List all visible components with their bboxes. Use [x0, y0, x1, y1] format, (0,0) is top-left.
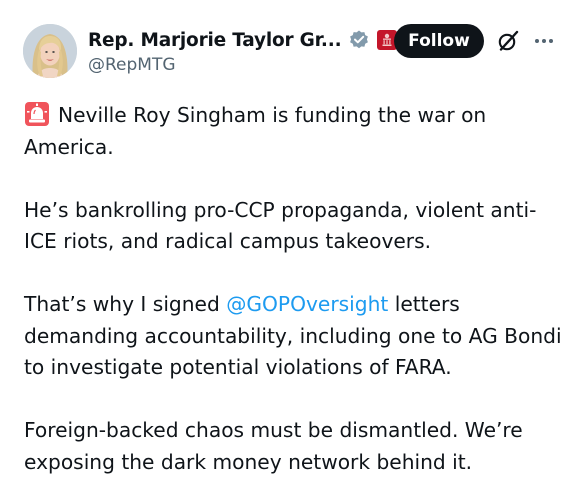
post-paragraph-3: That’s why I signed @GOPOversight letter…	[24, 289, 569, 384]
post-card: Rep. Marjorie Taylor Gr... @RepMTG Follo…	[0, 0, 579, 500]
verified-badge-icon[interactable]	[348, 29, 370, 51]
author-name-row: Rep. Marjorie Taylor Gr...	[88, 26, 398, 54]
display-name[interactable]: Rep. Marjorie Taylor Gr...	[88, 30, 342, 51]
mention-link-gopoversight[interactable]: @GOPOversight	[226, 292, 388, 316]
grok-icon[interactable]	[496, 29, 520, 53]
avatar-image	[23, 24, 77, 78]
avatar[interactable]	[23, 24, 77, 78]
more-options-icon[interactable]	[533, 33, 555, 49]
siren-icon	[24, 101, 50, 127]
post-paragraph-1-text: Neville Roy Singham is funding the war o…	[24, 103, 487, 159]
post-paragraph-3-lead: That’s why I signed	[24, 292, 227, 316]
author-handle[interactable]: @RepMTG	[88, 55, 176, 75]
post-paragraph-2: He’s bankrolling pro-CCP propaganda, vio…	[24, 197, 537, 254]
post-text: Neville Roy Singham is funding the war o…	[24, 100, 569, 478]
follow-button[interactable]: Follow	[394, 24, 484, 58]
post-paragraph-4: Foreign-backed chaos must be dismantled.…	[24, 418, 523, 474]
post-header: Rep. Marjorie Taylor Gr... @RepMTG Follo…	[0, 0, 579, 95]
post-paragraph-1: Neville Roy Singham is funding the war o…	[24, 100, 569, 163]
